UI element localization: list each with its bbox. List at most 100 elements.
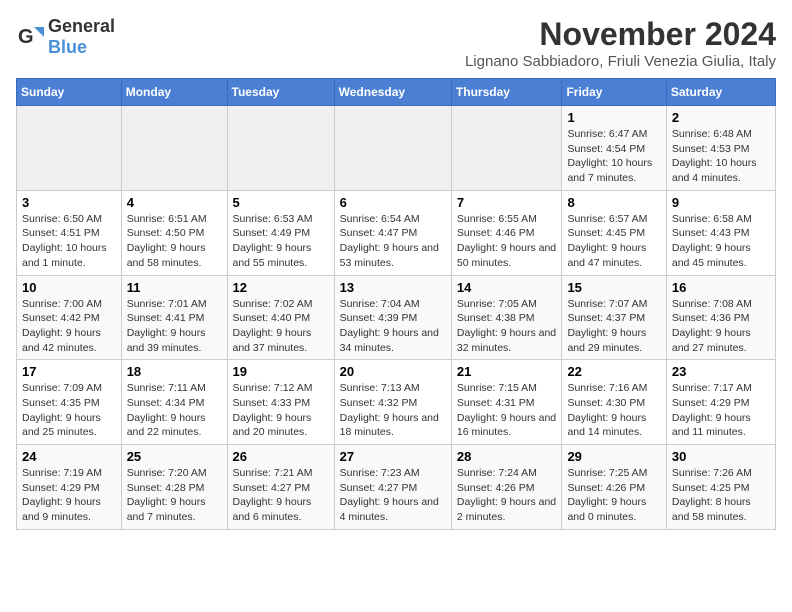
day-info: Sunrise: 7:12 AM Sunset: 4:33 PM Dayligh… — [233, 381, 329, 440]
day-number: 24 — [22, 449, 116, 464]
day-number: 11 — [127, 280, 222, 295]
day-info: Sunrise: 6:51 AM Sunset: 4:50 PM Dayligh… — [127, 212, 222, 271]
table-row: 2Sunrise: 6:48 AM Sunset: 4:53 PM Daylig… — [666, 106, 775, 191]
day-info: Sunrise: 7:23 AM Sunset: 4:27 PM Dayligh… — [340, 466, 446, 525]
day-number: 23 — [672, 364, 770, 379]
day-number: 9 — [672, 195, 770, 210]
table-row: 8 Sunrise: 6:57 AM Sunset: 4:45 PM Daylig… — [562, 190, 666, 275]
day-number: 17 — [22, 364, 116, 379]
day-number: 6 — [340, 195, 446, 210]
week-row-4: 24 Sunrise: 7:19 AM Sunset: 4:29 PM Dayli… — [17, 445, 776, 530]
day-info: Sunrise: 7:08 AM Sunset: 4:36 PM Dayligh… — [672, 297, 770, 356]
week-row-1: 3 Sunrise: 6:50 AM Sunset: 4:51 PM Daylig… — [17, 190, 776, 275]
day-number: 19 — [233, 364, 329, 379]
day-info: Sunrise: 7:13 AM Sunset: 4:32 PM Dayligh… — [340, 381, 446, 440]
table-row: 29 Sunrise: 7:25 AM Sunset: 4:26 PM Dayli… — [562, 445, 666, 530]
table-row: 30 Sunrise: 7:26 AM Sunset: 4:25 PM Dayli… — [666, 445, 775, 530]
day-number: 4 — [127, 195, 222, 210]
day-number: 16 — [672, 280, 770, 295]
day-info: Sunrise: 7:20 AM Sunset: 4:28 PM Dayligh… — [127, 466, 222, 525]
table-row: 6 Sunrise: 6:54 AM Sunset: 4:47 PM Daylig… — [334, 190, 451, 275]
day-info: Sunrise: 7:21 AM Sunset: 4:27 PM Dayligh… — [233, 466, 329, 525]
table-row: 27 Sunrise: 7:23 AM Sunset: 4:27 PM Dayli… — [334, 445, 451, 530]
table-row: 17 Sunrise: 7:09 AM Sunset: 4:35 PM Dayli… — [17, 360, 122, 445]
day-number: 2 — [672, 110, 770, 125]
page-title: November 2024 — [465, 16, 776, 53]
day-info: Sunrise: 7:24 AM Sunset: 4:26 PM Dayligh… — [457, 466, 557, 525]
table-row: 4 Sunrise: 6:51 AM Sunset: 4:50 PM Daylig… — [121, 190, 227, 275]
day-info: Sunrise: 7:02 AM Sunset: 4:40 PM Dayligh… — [233, 297, 329, 356]
header-saturday: Saturday — [666, 79, 775, 106]
table-row: 10Sunrise: 7:00 AM Sunset: 4:42 PM Dayli… — [17, 275, 122, 360]
logo-text-blue: Blue — [48, 37, 87, 57]
table-row: 1 Sunrise: 6:47 AM Sunset: 4:54 PM Daylig… — [562, 106, 666, 191]
day-number: 5 — [233, 195, 329, 210]
table-row: 11 Sunrise: 7:01 AM Sunset: 4:41 PM Dayli… — [121, 275, 227, 360]
day-number: 18 — [127, 364, 222, 379]
week-row-2: 10Sunrise: 7:00 AM Sunset: 4:42 PM Dayli… — [17, 275, 776, 360]
table-row: 25Sunrise: 7:20 AM Sunset: 4:28 PM Dayli… — [121, 445, 227, 530]
day-number: 22 — [567, 364, 660, 379]
day-number: 29 — [567, 449, 660, 464]
day-info: Sunrise: 7:09 AM Sunset: 4:35 PM Dayligh… — [22, 381, 116, 440]
table-row: 26 Sunrise: 7:21 AM Sunset: 4:27 PM Dayli… — [227, 445, 334, 530]
page-header: G General Blue November 2024 Lignano Sab… — [16, 16, 776, 70]
day-info: Sunrise: 7:11 AM Sunset: 4:34 PM Dayligh… — [127, 381, 222, 440]
day-info: Sunrise: 7:07 AM Sunset: 4:37 PM Dayligh… — [567, 297, 660, 356]
day-info: Sunrise: 6:57 AM Sunset: 4:45 PM Dayligh… — [567, 212, 660, 271]
day-info: Sunrise: 7:15 AM Sunset: 4:31 PM Dayligh… — [457, 381, 557, 440]
table-row: 12Sunrise: 7:02 AM Sunset: 4:40 PM Dayli… — [227, 275, 334, 360]
table-row: 7Sunrise: 6:55 AM Sunset: 4:46 PM Daylig… — [451, 190, 562, 275]
header-monday: Monday — [121, 79, 227, 106]
table-row: 13Sunrise: 7:04 AM Sunset: 4:39 PM Dayli… — [334, 275, 451, 360]
day-number: 1 — [567, 110, 660, 125]
day-number: 8 — [567, 195, 660, 210]
day-number: 14 — [457, 280, 557, 295]
logo-icon: G — [16, 23, 44, 51]
table-row — [451, 106, 562, 191]
table-row: 3 Sunrise: 6:50 AM Sunset: 4:51 PM Daylig… — [17, 190, 122, 275]
header-friday: Friday — [562, 79, 666, 106]
day-number: 27 — [340, 449, 446, 464]
header-sunday: Sunday — [17, 79, 122, 106]
day-info: Sunrise: 6:55 AM Sunset: 4:46 PM Dayligh… — [457, 212, 557, 271]
day-info: Sunrise: 6:50 AM Sunset: 4:51 PM Dayligh… — [22, 212, 116, 271]
day-number: 26 — [233, 449, 329, 464]
day-info: Sunrise: 6:47 AM Sunset: 4:54 PM Dayligh… — [567, 127, 660, 186]
table-row — [227, 106, 334, 191]
svg-text:G: G — [18, 26, 34, 48]
day-info: Sunrise: 7:01 AM Sunset: 4:41 PM Dayligh… — [127, 297, 222, 356]
day-number: 15 — [567, 280, 660, 295]
logo-text-general: General — [48, 16, 115, 36]
table-row: 20Sunrise: 7:13 AM Sunset: 4:32 PM Dayli… — [334, 360, 451, 445]
day-info: Sunrise: 6:54 AM Sunset: 4:47 PM Dayligh… — [340, 212, 446, 271]
calendar-body: 1 Sunrise: 6:47 AM Sunset: 4:54 PM Daylig… — [17, 106, 776, 530]
header-row: SundayMondayTuesdayWednesdayThursdayFrid… — [17, 79, 776, 106]
table-row — [17, 106, 122, 191]
table-row: 14Sunrise: 7:05 AM Sunset: 4:38 PM Dayli… — [451, 275, 562, 360]
week-row-0: 1 Sunrise: 6:47 AM Sunset: 4:54 PM Daylig… — [17, 106, 776, 191]
day-number: 28 — [457, 449, 557, 464]
title-block: November 2024 Lignano Sabbiadoro, Friuli… — [465, 16, 776, 70]
table-row: 28 Sunrise: 7:24 AM Sunset: 4:26 PM Dayli… — [451, 445, 562, 530]
table-row: 21 Sunrise: 7:15 AM Sunset: 4:31 PM Dayli… — [451, 360, 562, 445]
day-info: Sunrise: 6:58 AM Sunset: 4:43 PM Dayligh… — [672, 212, 770, 271]
header-tuesday: Tuesday — [227, 79, 334, 106]
table-row: 15 Sunrise: 7:07 AM Sunset: 4:37 PM Dayli… — [562, 275, 666, 360]
header-thursday: Thursday — [451, 79, 562, 106]
calendar-table: SundayMondayTuesdayWednesdayThursdayFrid… — [16, 78, 776, 530]
day-info: Sunrise: 7:04 AM Sunset: 4:39 PM Dayligh… — [340, 297, 446, 356]
table-row: 22 Sunrise: 7:16 AM Sunset: 4:30 PM Dayli… — [562, 360, 666, 445]
day-info: Sunrise: 7:17 AM Sunset: 4:29 PM Dayligh… — [672, 381, 770, 440]
table-row: 24 Sunrise: 7:19 AM Sunset: 4:29 PM Dayli… — [17, 445, 122, 530]
day-info: Sunrise: 7:26 AM Sunset: 4:25 PM Dayligh… — [672, 466, 770, 525]
table-row: 16 Sunrise: 7:08 AM Sunset: 4:36 PM Dayli… — [666, 275, 775, 360]
day-info: Sunrise: 7:25 AM Sunset: 4:26 PM Dayligh… — [567, 466, 660, 525]
day-number: 30 — [672, 449, 770, 464]
day-number: 3 — [22, 195, 116, 210]
day-info: Sunrise: 7:16 AM Sunset: 4:30 PM Dayligh… — [567, 381, 660, 440]
day-info: Sunrise: 7:19 AM Sunset: 4:29 PM Dayligh… — [22, 466, 116, 525]
table-row: 19 Sunrise: 7:12 AM Sunset: 4:33 PM Dayli… — [227, 360, 334, 445]
table-row: 9 Sunrise: 6:58 AM Sunset: 4:43 PM Daylig… — [666, 190, 775, 275]
day-number: 21 — [457, 364, 557, 379]
